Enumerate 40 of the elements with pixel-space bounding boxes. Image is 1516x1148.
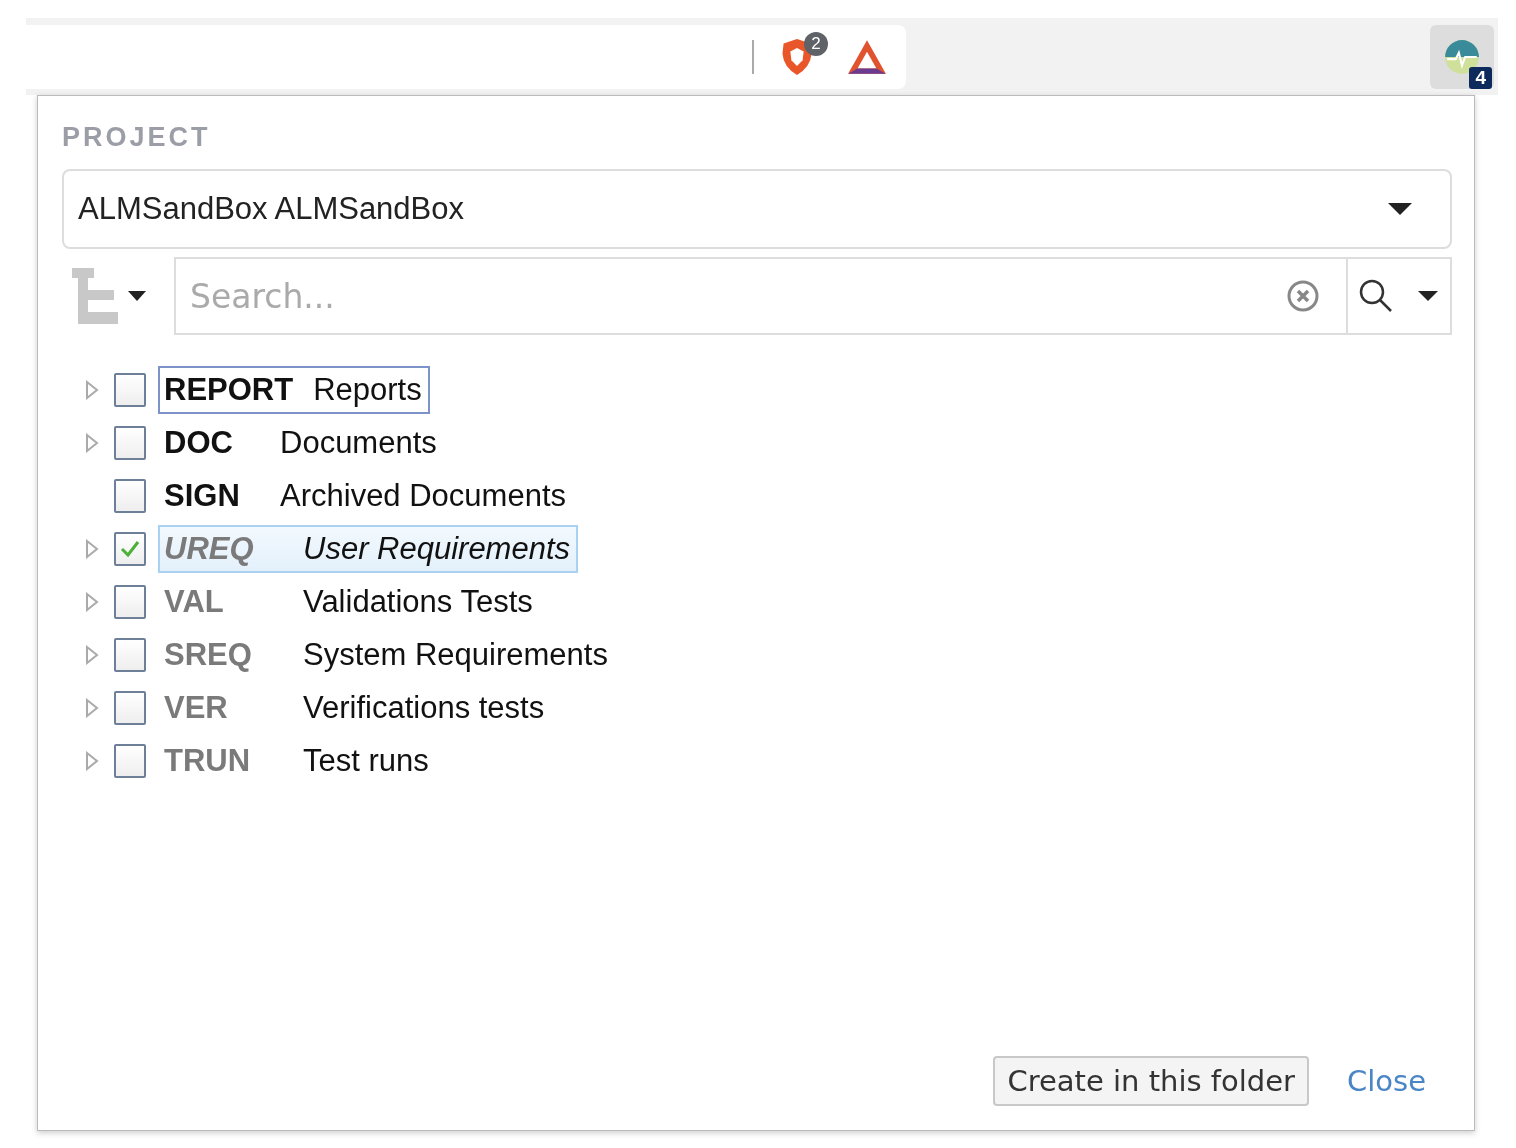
expand-arrow-icon[interactable] (85, 538, 99, 559)
extension-button[interactable]: 4 (1430, 24, 1494, 89)
search-icon (1358, 278, 1394, 314)
close-link[interactable]: Close (1347, 1064, 1426, 1098)
checkbox[interactable] (114, 531, 146, 566)
caret-icon (1388, 203, 1412, 215)
checkbox[interactable] (114, 478, 146, 513)
expand-arrow-icon[interactable] (85, 750, 99, 771)
section-label: PROJECT (62, 122, 212, 153)
tree-item[interactable]: REPORT Reports (158, 365, 430, 414)
checkbox[interactable] (114, 690, 146, 725)
expand-arrow-icon[interactable] (85, 644, 99, 665)
notification-badge: 2 (804, 31, 828, 56)
expand-arrow-icon[interactable] (85, 432, 99, 453)
caret-icon (1418, 291, 1438, 301)
tree-structure-icon (72, 268, 118, 324)
caret-icon (128, 291, 146, 301)
check-mark-icon (119, 538, 141, 559)
tree-item[interactable]: VER Verifications tests (158, 683, 553, 732)
checkbox[interactable] (114, 584, 146, 619)
checkbox[interactable] (114, 743, 146, 778)
expand-arrow-icon[interactable] (85, 379, 99, 400)
tree-item[interactable]: UREQ User Requirements (158, 524, 579, 573)
address-bar[interactable]: 2 (26, 24, 906, 89)
expand-arrow-icon[interactable] (85, 591, 99, 612)
tree-item[interactable]: SIGN Archived Documents (158, 471, 574, 520)
checkbox[interactable] (114, 425, 146, 460)
checkbox[interactable] (114, 637, 146, 672)
checkbox[interactable] (114, 372, 146, 407)
tree-item[interactable]: SREQ System Requirements (158, 630, 616, 679)
count-badge: 4 (1469, 66, 1492, 89)
expand-arrow-icon[interactable] (85, 697, 99, 718)
tree-item[interactable]: VAL Validations Tests (158, 577, 541, 626)
project-dropdown[interactable]: ALMSandBox ALMSandBox (62, 169, 1452, 249)
search-button[interactable] (1348, 257, 1452, 335)
create-button[interactable]: Create in this folder (993, 1056, 1309, 1106)
search-field[interactable]: Search... (174, 257, 1348, 335)
tree-item[interactable]: DOC Documents (158, 418, 445, 467)
clear-icon[interactable] (1286, 279, 1320, 313)
tree-item[interactable]: TRUN Test runs (158, 736, 437, 785)
